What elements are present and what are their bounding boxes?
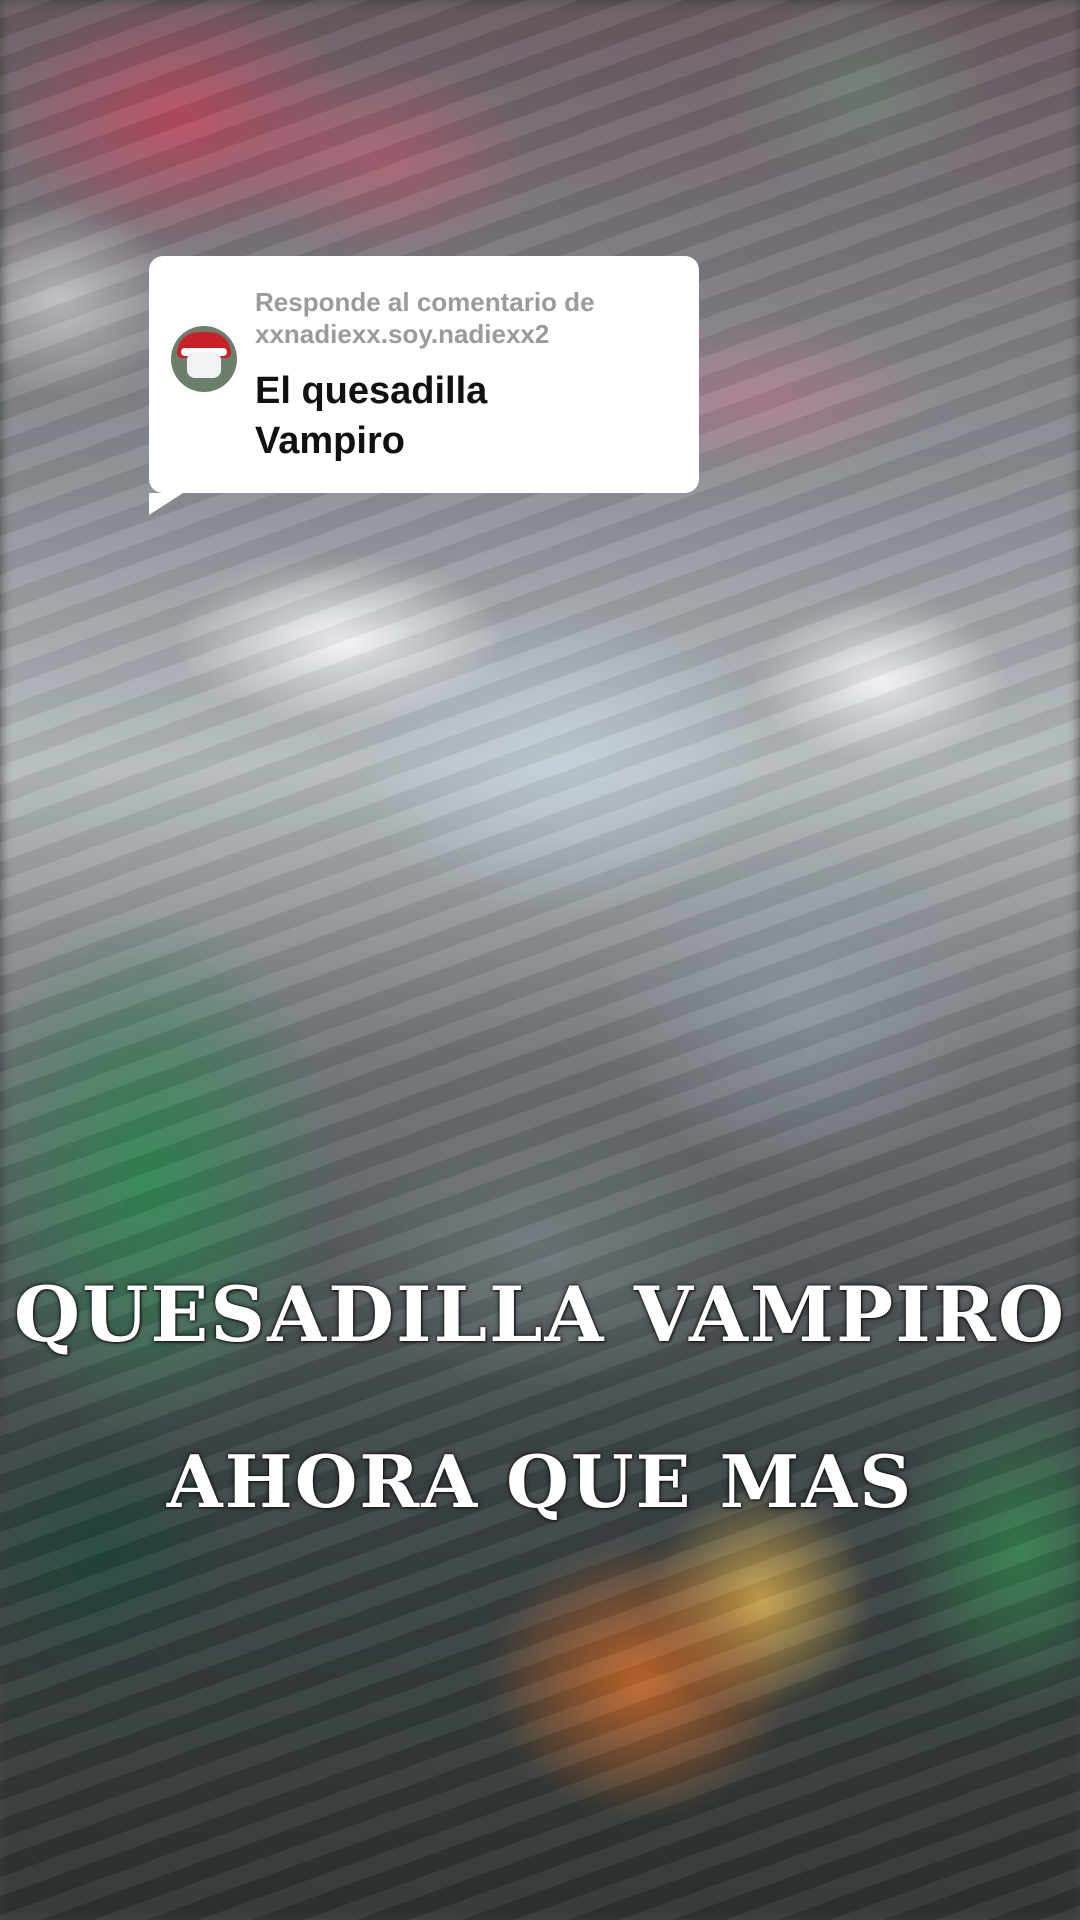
reply-comment-sticker[interactable]: Responde al comentario de xxnadiexx.soy.… <box>149 256 699 515</box>
reply-header: Responde al comentario de xxnadiexx.soy.… <box>255 286 685 350</box>
comment-line-2: Vampiro <box>255 420 405 462</box>
commenter-username: xxnadiexx.soy.nadiexx2 <box>255 319 550 349</box>
commenter-avatar <box>171 326 237 392</box>
reply-label: Responde al comentario de <box>255 287 595 317</box>
overlay-caption-title: QUESADILLA VAMPIRO <box>13 1270 1067 1359</box>
video-stage[interactable]: Responde al comentario de xxnadiexx.soy.… <box>0 0 1080 1920</box>
reply-comment-text: El quesadilla Vampiro <box>255 366 685 466</box>
avatar-face <box>187 352 221 378</box>
comment-line-1: El quesadilla <box>255 370 488 412</box>
overlay-caption-subtitle: AHORA QUE MAS <box>166 1439 914 1524</box>
